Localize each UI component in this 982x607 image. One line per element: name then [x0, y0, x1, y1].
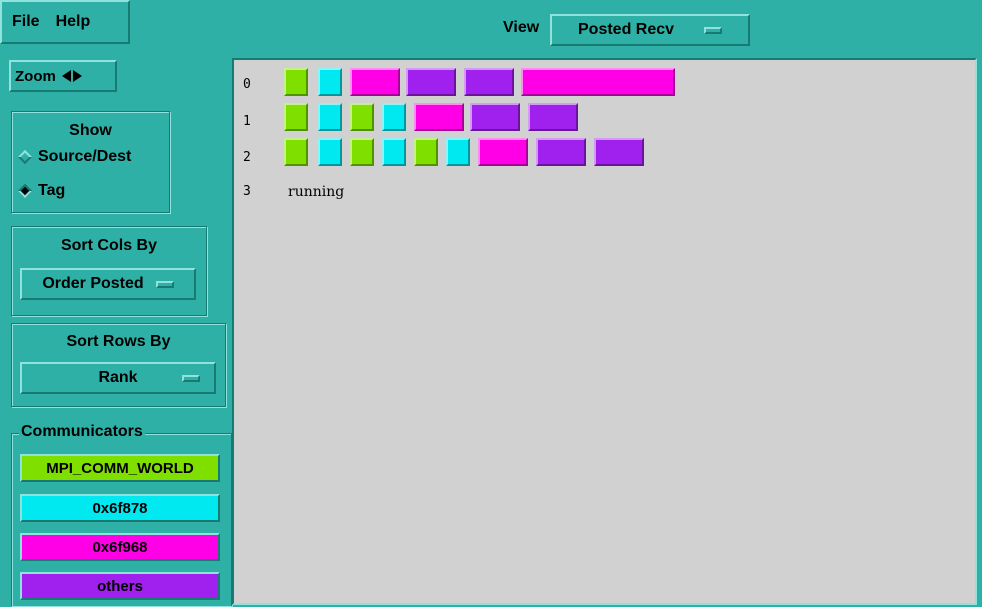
show-group: Show Source/Dest Tag	[11, 111, 170, 213]
message-block[interactable]	[284, 138, 308, 166]
message-block[interactable]	[318, 103, 342, 131]
radio-source-dest[interactable]: Source/Dest	[12, 146, 169, 168]
row-label-rank: 1	[243, 114, 251, 129]
message-block[interactable]	[521, 68, 675, 96]
radio-diamond-selected-icon	[17, 183, 33, 199]
zoom-control: Zoom	[9, 60, 117, 92]
sort-rows-title: Sort Rows By	[66, 333, 171, 350]
radio-source-dest-label: Source/Dest	[38, 148, 132, 165]
view-selected-value: Posted Recv	[578, 21, 675, 38]
message-block[interactable]	[594, 138, 644, 166]
message-block[interactable]	[350, 68, 400, 96]
sort-rows-group: Sort Rows By Rank	[11, 323, 226, 407]
menu-file[interactable]: File	[2, 13, 46, 31]
zoom-label: Zoom	[15, 67, 56, 85]
message-block[interactable]	[382, 103, 406, 131]
show-title: Show	[69, 122, 112, 139]
message-block[interactable]	[528, 103, 578, 131]
comm-label: others	[97, 577, 143, 595]
comm-0x6f878[interactable]: 0x6f878	[20, 494, 220, 522]
message-block[interactable]	[478, 138, 528, 166]
option-menu-indicator-icon	[182, 375, 200, 382]
message-block[interactable]	[350, 138, 374, 166]
message-block[interactable]	[470, 103, 520, 131]
row-label-rank: 0	[243, 77, 251, 92]
zoom-in-arrow-icon[interactable]	[72, 70, 82, 82]
message-block[interactable]	[414, 103, 464, 131]
comm-0x6f968[interactable]: 0x6f968	[20, 533, 220, 561]
message-block[interactable]	[318, 138, 342, 166]
process-status: running	[288, 184, 345, 200]
radio-tag-label: Tag	[38, 182, 66, 199]
message-block[interactable]	[414, 138, 438, 166]
comm-mpi-comm-world[interactable]: MPI_COMM_WORLD	[20, 454, 220, 482]
sort-rows-value: Rank	[98, 369, 138, 386]
queue-canvas[interactable]: 0 1 2 3 running	[232, 58, 977, 605]
sort-rows-select[interactable]: Rank	[20, 362, 216, 394]
option-menu-indicator-icon	[155, 280, 174, 288]
sort-cols-title: Sort Cols By	[60, 237, 157, 254]
row-label-rank: 3	[243, 184, 251, 199]
message-block[interactable]	[406, 68, 456, 96]
radio-diamond-icon	[17, 149, 33, 165]
message-block[interactable]	[284, 103, 308, 131]
message-block[interactable]	[318, 68, 342, 96]
comm-label: MPI_COMM_WORLD	[46, 459, 194, 477]
sort-cols-group: Sort Cols By Order Posted	[11, 226, 207, 316]
sort-cols-value: Order Posted	[42, 275, 144, 292]
menu-help[interactable]: Help	[46, 13, 97, 31]
row-label-rank: 2	[243, 150, 251, 165]
message-block[interactable]	[446, 138, 470, 166]
view-label: View	[503, 19, 540, 36]
sort-cols-select[interactable]: Order Posted	[20, 268, 196, 300]
comm-label: 0x6f878	[92, 499, 148, 517]
radio-tag[interactable]: Tag	[12, 180, 169, 202]
message-block[interactable]	[284, 68, 308, 96]
option-menu-indicator-icon	[704, 26, 723, 34]
view-select[interactable]: Posted Recv	[550, 14, 750, 46]
message-block[interactable]	[382, 138, 406, 166]
zoom-out-arrow-icon[interactable]	[61, 70, 71, 82]
menubar: File Help	[0, 0, 130, 44]
comm-others[interactable]: others	[20, 572, 220, 600]
comm-label: 0x6f968	[92, 538, 148, 556]
communicators-title: Communicators	[19, 423, 145, 441]
message-block[interactable]	[350, 103, 374, 131]
message-block[interactable]	[464, 68, 514, 96]
message-block[interactable]	[536, 138, 586, 166]
